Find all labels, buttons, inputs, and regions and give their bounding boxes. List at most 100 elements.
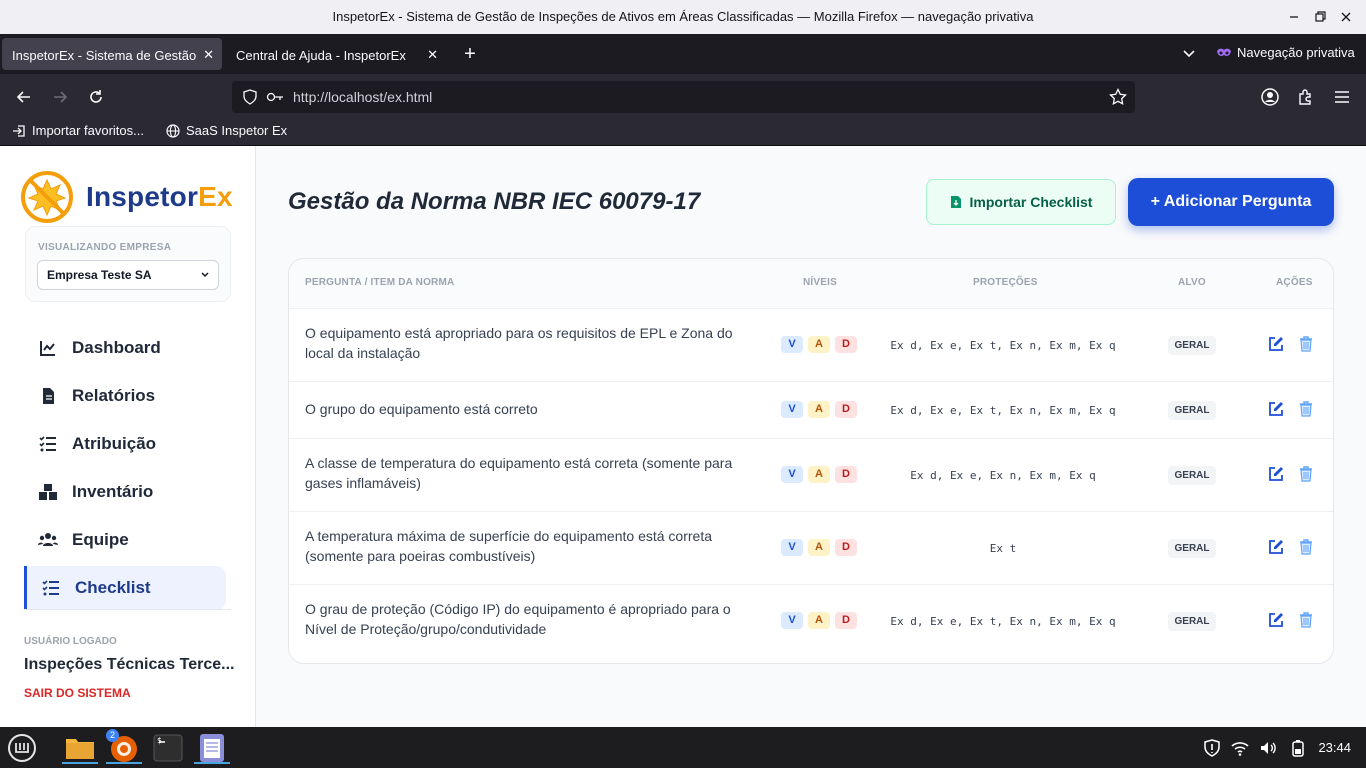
question-text: O grau de proteção (Código IP) do equipa…	[305, 601, 731, 637]
star-icon[interactable]	[1109, 88, 1127, 106]
sidebar-item-dashboard[interactable]: Dashboard	[24, 326, 226, 370]
sidebar-item-checklist[interactable]: Checklist	[24, 566, 226, 610]
level-a-badge: A	[808, 466, 830, 483]
taskbar-terminal[interactable]: $	[150, 731, 186, 764]
network-tray-icon[interactable]	[1231, 739, 1249, 757]
level-d-badge: D	[835, 401, 857, 418]
window-title: InspetorEx - Sistema de Gestão de Inspeç…	[332, 9, 1034, 24]
url-bar[interactable]: http://localhost/ex.html	[232, 81, 1135, 113]
logout-link[interactable]: SAIR DO SISTEMA	[24, 686, 131, 700]
start-menu-button[interactable]	[4, 731, 40, 764]
bookmark-label: Importar favoritos...	[32, 123, 144, 138]
table-row: A classe de temperatura do equipamento e…	[289, 439, 1333, 512]
delete-button[interactable]	[1297, 335, 1315, 353]
menu-button[interactable]	[1332, 87, 1352, 107]
level-v-badge: V	[781, 336, 803, 353]
question-text: O equipamento está apropriado para os re…	[305, 325, 733, 361]
level-a-badge: A	[808, 612, 830, 629]
private-browsing-label: Navegação privativa	[1237, 45, 1355, 60]
edit-button[interactable]	[1267, 335, 1285, 353]
delete-button[interactable]	[1297, 538, 1315, 556]
delete-button[interactable]	[1297, 400, 1315, 418]
taskbar-firefox[interactable]: 2	[106, 729, 142, 764]
import-icon	[13, 124, 25, 137]
explosion-logo-icon	[21, 171, 73, 223]
add-question-button[interactable]: + Adicionar Pergunta	[1128, 178, 1334, 226]
row-actions	[1267, 611, 1315, 629]
import-checklist-button[interactable]: Importar Checklist	[926, 179, 1116, 225]
volume-tray-icon[interactable]	[1259, 739, 1277, 757]
reload-icon	[90, 90, 102, 103]
level-a-badge: A	[808, 401, 830, 418]
level-badges: V A D	[781, 336, 857, 353]
terminal-icon: $	[153, 734, 183, 762]
table-row: A temperatura máxima de superfície do eq…	[289, 512, 1333, 585]
company-select[interactable]: Empresa Teste SA	[37, 260, 219, 290]
edit-icon	[1269, 613, 1283, 627]
volume-icon	[1261, 742, 1276, 754]
clock: 23:44	[1318, 740, 1351, 755]
taskbar-text-editor[interactable]	[194, 731, 230, 764]
extensions-button[interactable]	[1296, 87, 1316, 107]
restore-icon	[1315, 11, 1326, 22]
shield-icon	[243, 89, 257, 105]
level-d-badge: D	[835, 336, 857, 353]
sidebar-item-atribuicao[interactable]: Atribuição	[24, 422, 226, 466]
chevron-down-icon	[1183, 50, 1195, 58]
folder-icon	[66, 739, 94, 759]
sidebar-item-inventario[interactable]: Inventário	[24, 470, 226, 514]
arrow-left-icon	[16, 91, 30, 103]
chevron-down-icon	[201, 272, 209, 278]
question-text: A classe de temperatura do equipamento e…	[305, 455, 733, 491]
tab-close-icon[interactable]: ✕	[203, 47, 214, 63]
close-window-button[interactable]	[1338, 9, 1354, 25]
brand-accent: Ex	[198, 181, 233, 212]
trash-icon	[1300, 612, 1312, 628]
level-d-badge: D	[835, 612, 857, 629]
account-button[interactable]	[1260, 87, 1280, 107]
back-button[interactable]	[14, 87, 34, 107]
sidebar-item-label: Dashboard	[72, 338, 161, 357]
brand-logo[interactable]: InspetorEx	[20, 170, 233, 224]
reload-button[interactable]	[86, 87, 106, 107]
bookmark-label: SaaS Inspetor Ex	[186, 123, 288, 138]
new-tab-button[interactable]: +	[460, 42, 480, 66]
table-row: O grau de proteção (Código IP) do equipa…	[289, 585, 1333, 658]
puzzle-icon	[1299, 89, 1311, 105]
bookmark-saas[interactable]: SaaS Inspetor Ex	[166, 123, 287, 138]
edit-button[interactable]	[1267, 538, 1285, 556]
sidebar-item-relatorios[interactable]: Relatórios	[24, 374, 226, 418]
main-content: Gestão da Norma NBR IEC 60079-17 Importa…	[256, 146, 1366, 727]
edit-button[interactable]	[1267, 465, 1285, 483]
list-tabs-button[interactable]	[1180, 46, 1198, 62]
minimize-button[interactable]	[1286, 9, 1302, 25]
brand-main: Inspetor	[86, 181, 199, 212]
import-checklist-label: Importar Checklist	[969, 194, 1093, 210]
tab-close-icon[interactable]: ✕	[427, 47, 438, 63]
forward-button[interactable]	[50, 87, 70, 107]
edit-button[interactable]	[1267, 611, 1285, 629]
delete-button[interactable]	[1297, 611, 1315, 629]
chart-line-icon	[40, 341, 55, 356]
delete-button[interactable]	[1297, 465, 1315, 483]
maximize-button[interactable]	[1312, 9, 1328, 25]
edit-button[interactable]	[1267, 400, 1285, 418]
bookmarks-bar: Importar favoritos... SaaS Inspetor Ex	[0, 120, 1366, 146]
company-selector-box: VISUALIZANDO EMPRESA Empresa Teste SA	[25, 226, 231, 302]
tab-label: InspetorEx - Sistema de Gestão de	[12, 48, 197, 63]
battery-tray-icon[interactable]	[1289, 739, 1307, 757]
boxes-icon	[39, 484, 57, 500]
sidebar-item-equipe[interactable]: Equipe	[24, 518, 226, 562]
level-badges: V A D	[781, 612, 857, 629]
shield-tray-icon[interactable]	[1203, 739, 1221, 757]
bookmark-import[interactable]: Importar favoritos...	[12, 123, 144, 138]
taskbar-files[interactable]	[62, 731, 98, 764]
url-text: http://localhost/ex.html	[293, 89, 433, 105]
globe-icon	[166, 123, 180, 138]
protections-text: Ex d, Ex e, Ex t, Ex n, Ex m, Ex q	[890, 615, 1116, 628]
trash-icon	[1300, 336, 1312, 352]
tab-central-ajuda[interactable]: Central de Ajuda - InspetorEx ✕	[226, 38, 446, 70]
tab-inspetorex[interactable]: InspetorEx - Sistema de Gestão de ✕	[2, 38, 222, 70]
list-check-icon	[39, 436, 56, 452]
hamburger-icon	[1335, 91, 1349, 103]
